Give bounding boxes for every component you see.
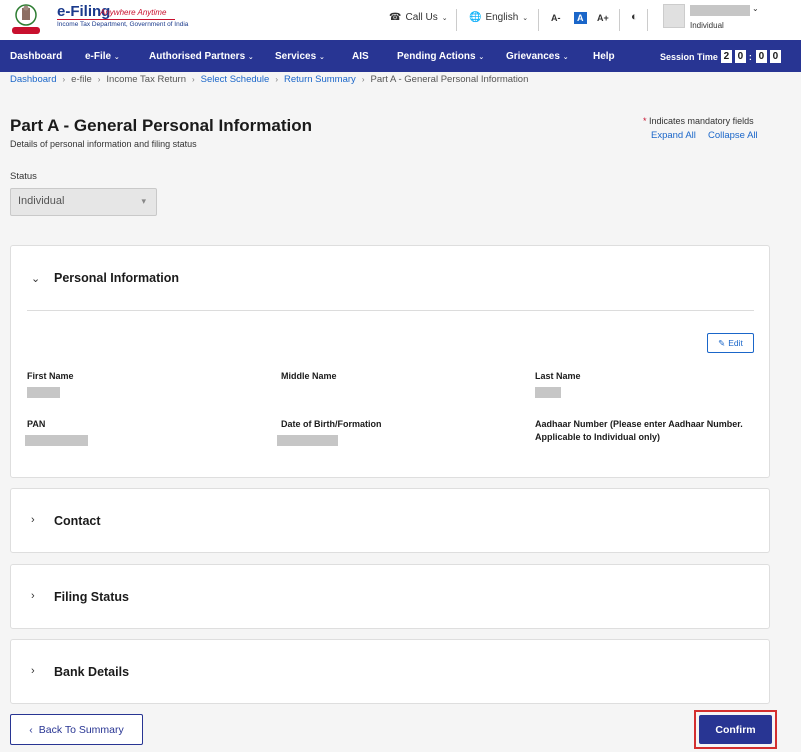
chevron-right-icon: ›: [31, 514, 35, 526]
nav-ais[interactable]: AIS: [352, 51, 369, 62]
call-us-button[interactable]: ☎ Call Us ⌄: [389, 12, 448, 23]
brand-underline: [57, 19, 175, 20]
last-name-value: [535, 387, 561, 398]
status-value: Individual: [18, 195, 65, 207]
font-normal-button[interactable]: A: [574, 12, 587, 24]
chevron-right-icon: ›: [31, 590, 35, 602]
mandatory-note: * Indicates mandatory fields: [643, 116, 754, 126]
nav-pending-actions[interactable]: Pending Actions ⌄: [397, 51, 484, 62]
avatar[interactable]: [663, 4, 685, 28]
chevron-right-icon: ›: [97, 75, 101, 84]
nav-help[interactable]: Help: [593, 51, 615, 62]
brand-tagline: Anywhere Anytime: [100, 8, 167, 17]
page-title: Part A - General Personal Information: [10, 116, 312, 135]
nav-services[interactable]: Services ⌄: [275, 51, 325, 62]
pan-value: [25, 435, 88, 446]
contact-header: Contact: [54, 514, 101, 528]
back-label: Back To Summary: [38, 723, 124, 736]
breadcrumb-select-schedule[interactable]: Select Schedule: [201, 74, 270, 85]
chevron-down-icon: ▾: [141, 196, 146, 206]
breadcrumb-dashboard[interactable]: Dashboard: [10, 74, 56, 85]
filing-status-panel[interactable]: › Filing Status: [10, 564, 770, 629]
pencil-icon: ✎: [718, 337, 726, 348]
session-digit: 0: [755, 50, 767, 63]
session-colon: :: [748, 51, 752, 62]
chevron-right-icon: ›: [275, 75, 278, 84]
chevron-down-icon: ⌄: [441, 14, 448, 22]
breadcrumb-current: Part A - General Personal Information: [370, 74, 529, 85]
personal-information-header[interactable]: Personal Information: [54, 271, 179, 285]
chevron-right-icon: ›: [361, 75, 365, 84]
back-to-summary-button[interactable]: ‹ Back To Summary: [10, 714, 143, 745]
language-selector[interactable]: 🌐 English ⌄: [469, 12, 528, 23]
nav-authorised-partners[interactable]: Authorised Partners ⌄: [149, 51, 254, 62]
nav-dashboard[interactable]: Dashboard: [10, 51, 62, 62]
session-digit: 2: [720, 50, 732, 63]
session-digit: 0: [769, 50, 781, 63]
bank-details-panel[interactable]: › Bank Details: [10, 639, 770, 704]
user-role: Individual: [690, 21, 724, 30]
bank-details-header: Bank Details: [54, 665, 130, 679]
status-select[interactable]: Individual ▾: [10, 188, 157, 216]
confirm-button[interactable]: Confirm: [699, 715, 772, 744]
efiling-logo[interactable]: e-Filing Anywhere Anytime Income Tax Dep…: [10, 2, 188, 36]
middle-name-label: Middle Name: [281, 371, 337, 381]
dob-label: Date of Birth/Formation: [281, 419, 382, 429]
session-label: Session Time: [660, 51, 718, 62]
chevron-right-icon: ›: [31, 665, 35, 677]
user-name-redacted[interactable]: [690, 5, 750, 16]
font-decrease-button[interactable]: A-: [551, 13, 561, 23]
chevron-down-icon[interactable]: ⌄: [31, 272, 40, 285]
breadcrumb-efile: e-file: [71, 74, 92, 85]
nav-grievances[interactable]: Grievances ⌄: [506, 51, 569, 62]
call-us-label: Call Us: [405, 12, 438, 23]
first-name-label: First Name: [27, 371, 74, 381]
globe-icon: 🌐: [469, 12, 482, 23]
department-name: Income Tax Department, Government of Ind…: [57, 21, 189, 28]
divider: [619, 9, 620, 31]
contact-panel[interactable]: › Contact: [10, 488, 770, 553]
last-name-label: Last Name: [535, 371, 581, 381]
chevron-down-icon: ⌄: [522, 14, 529, 22]
chevron-left-icon: ‹: [29, 723, 33, 736]
edit-label: Edit: [728, 338, 743, 348]
session-digit: 0: [734, 50, 746, 63]
divider: [456, 9, 457, 31]
main-nav: Dashboard e-File ⌄ Authorised Partners ⌄…: [0, 40, 801, 72]
edit-button[interactable]: ✎ Edit: [707, 333, 754, 353]
emblem-icon: [12, 4, 40, 34]
divider: [538, 9, 539, 31]
first-name-value: [27, 387, 60, 398]
filing-status-header: Filing Status: [54, 590, 129, 604]
status-label: Status: [10, 171, 37, 182]
breadcrumb-itr: Income Tax Return: [106, 74, 186, 85]
chevron-down-icon[interactable]: ⌄: [752, 4, 759, 13]
page-subtitle: Details of personal information and fili…: [10, 139, 197, 149]
asterisk-icon: *: [643, 116, 647, 126]
breadcrumb: Dashboard › e-file › Income Tax Return ›…: [10, 74, 528, 85]
confirm-highlight: Confirm: [694, 710, 777, 749]
session-timer: Session Time 2 0 : 0 0: [660, 50, 781, 63]
expand-all-link[interactable]: Expand All: [651, 130, 696, 141]
divider: [647, 9, 648, 31]
breadcrumb-return-summary[interactable]: Return Summary: [284, 74, 356, 85]
dob-value: [277, 435, 338, 446]
personal-information-panel: ⌄ Personal Information ✎ Edit First Name…: [10, 245, 770, 478]
chevron-right-icon: ›: [191, 75, 195, 84]
collapse-all-link[interactable]: Collapse All: [708, 130, 758, 141]
language-label: English: [485, 12, 519, 23]
font-increase-button[interactable]: A+: [597, 13, 609, 23]
top-header: e-Filing Anywhere Anytime Income Tax Dep…: [0, 0, 801, 40]
divider: [27, 310, 754, 311]
chevron-right-icon: ›: [62, 75, 66, 84]
phone-icon: ☎: [389, 12, 402, 23]
pan-label: PAN: [27, 419, 46, 429]
aadhaar-label: Aadhaar Number (Please enter Aadhaar Num…: [535, 419, 743, 442]
contrast-icon[interactable]: ◐: [631, 11, 638, 23]
nav-efile[interactable]: e-File ⌄: [85, 51, 120, 62]
